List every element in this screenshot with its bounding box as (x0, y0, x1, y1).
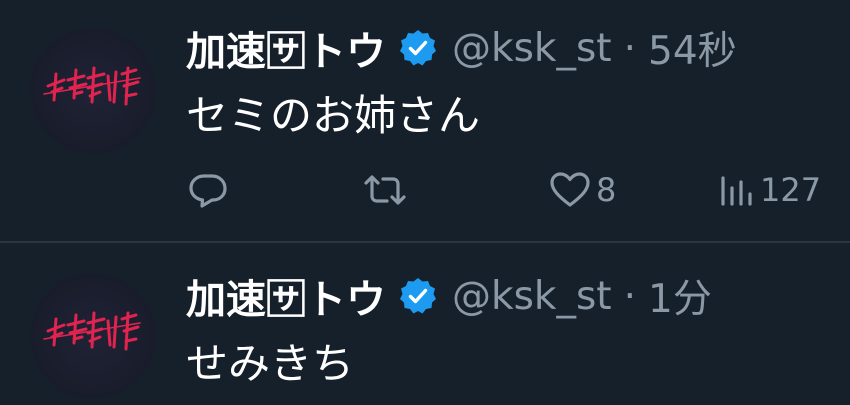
display-name[interactable]: 加速🈂トウ (186, 267, 386, 325)
tweet[interactable]: 加速🈂トウ @ksk_st · 54秒 セミのお姉さん 8 127 (0, 0, 850, 241)
reply-icon (189, 174, 227, 208)
heart-icon (550, 172, 590, 207)
tweet-header: 加速🈂トウ @ksk_st · 1分 (186, 268, 712, 324)
timestamp[interactable]: 1分 (648, 268, 712, 324)
views-count: 127 (760, 171, 822, 209)
user-handle[interactable]: @ksk_st (452, 26, 612, 71)
retweet-icon (364, 175, 406, 205)
tweet-header: 加速🈂トウ @ksk_st · 54秒 (186, 20, 737, 76)
avatar[interactable] (30, 28, 156, 154)
views-chart-icon (721, 176, 752, 206)
separator-dot: · (623, 273, 637, 319)
retweet-button[interactable] (361, 165, 413, 215)
avatar-logo-icon (43, 311, 141, 351)
user-handle[interactable]: @ksk_st (452, 274, 612, 319)
reply-button[interactable] (186, 165, 234, 215)
display-name[interactable]: 加速🈂トウ (186, 19, 386, 77)
like-count: 8 (596, 171, 617, 209)
tweet-actions: 8 127 (186, 165, 826, 215)
separator-dot: · (623, 25, 637, 71)
tweet-text: セミのお姉さん (186, 91, 481, 140)
verified-badge-icon[interactable] (398, 276, 438, 316)
avatar[interactable] (30, 273, 156, 399)
tweet-text: せみきち (186, 339, 355, 388)
avatar-logo-icon (43, 66, 141, 106)
tweet[interactable]: 加速🈂トウ @ksk_st · 1分 せみきち (0, 243, 850, 405)
views-button[interactable]: 127 (716, 165, 821, 215)
timestamp[interactable]: 54秒 (648, 20, 737, 76)
verified-badge-icon[interactable] (398, 28, 438, 68)
like-button[interactable]: 8 (548, 165, 616, 215)
